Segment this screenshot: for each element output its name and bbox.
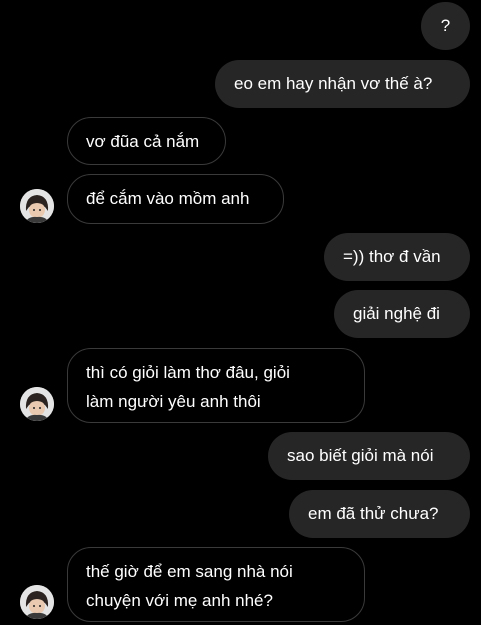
sent-message[interactable]: em đã thử chưa? <box>289 490 470 538</box>
sent-message[interactable]: giải nghệ đi <box>334 290 470 338</box>
contact-avatar[interactable] <box>20 189 54 223</box>
avatar-photo-icon <box>20 387 54 421</box>
avatar-photo-icon <box>20 585 54 619</box>
received-message[interactable]: để cắm vào mồm anh <box>67 174 284 224</box>
contact-avatar[interactable] <box>20 387 54 421</box>
contact-avatar[interactable] <box>20 585 54 619</box>
sent-message[interactable]: sao biết giỏi mà nói <box>268 432 470 480</box>
sent-message[interactable]: ? <box>421 2 470 50</box>
sent-message[interactable]: =)) thơ đ vần <box>324 233 470 281</box>
received-message[interactable]: thế giờ để em sang nhà nói chuyện với mẹ… <box>67 547 365 622</box>
sent-message[interactable]: eo em hay nhận vơ thế à? <box>215 60 470 108</box>
received-message[interactable]: vơ đũa cả nắm <box>67 117 226 165</box>
received-message[interactable]: thì có giỏi làm thơ đâu, giỏi làm người … <box>67 348 365 423</box>
avatar-photo-icon <box>20 189 54 223</box>
